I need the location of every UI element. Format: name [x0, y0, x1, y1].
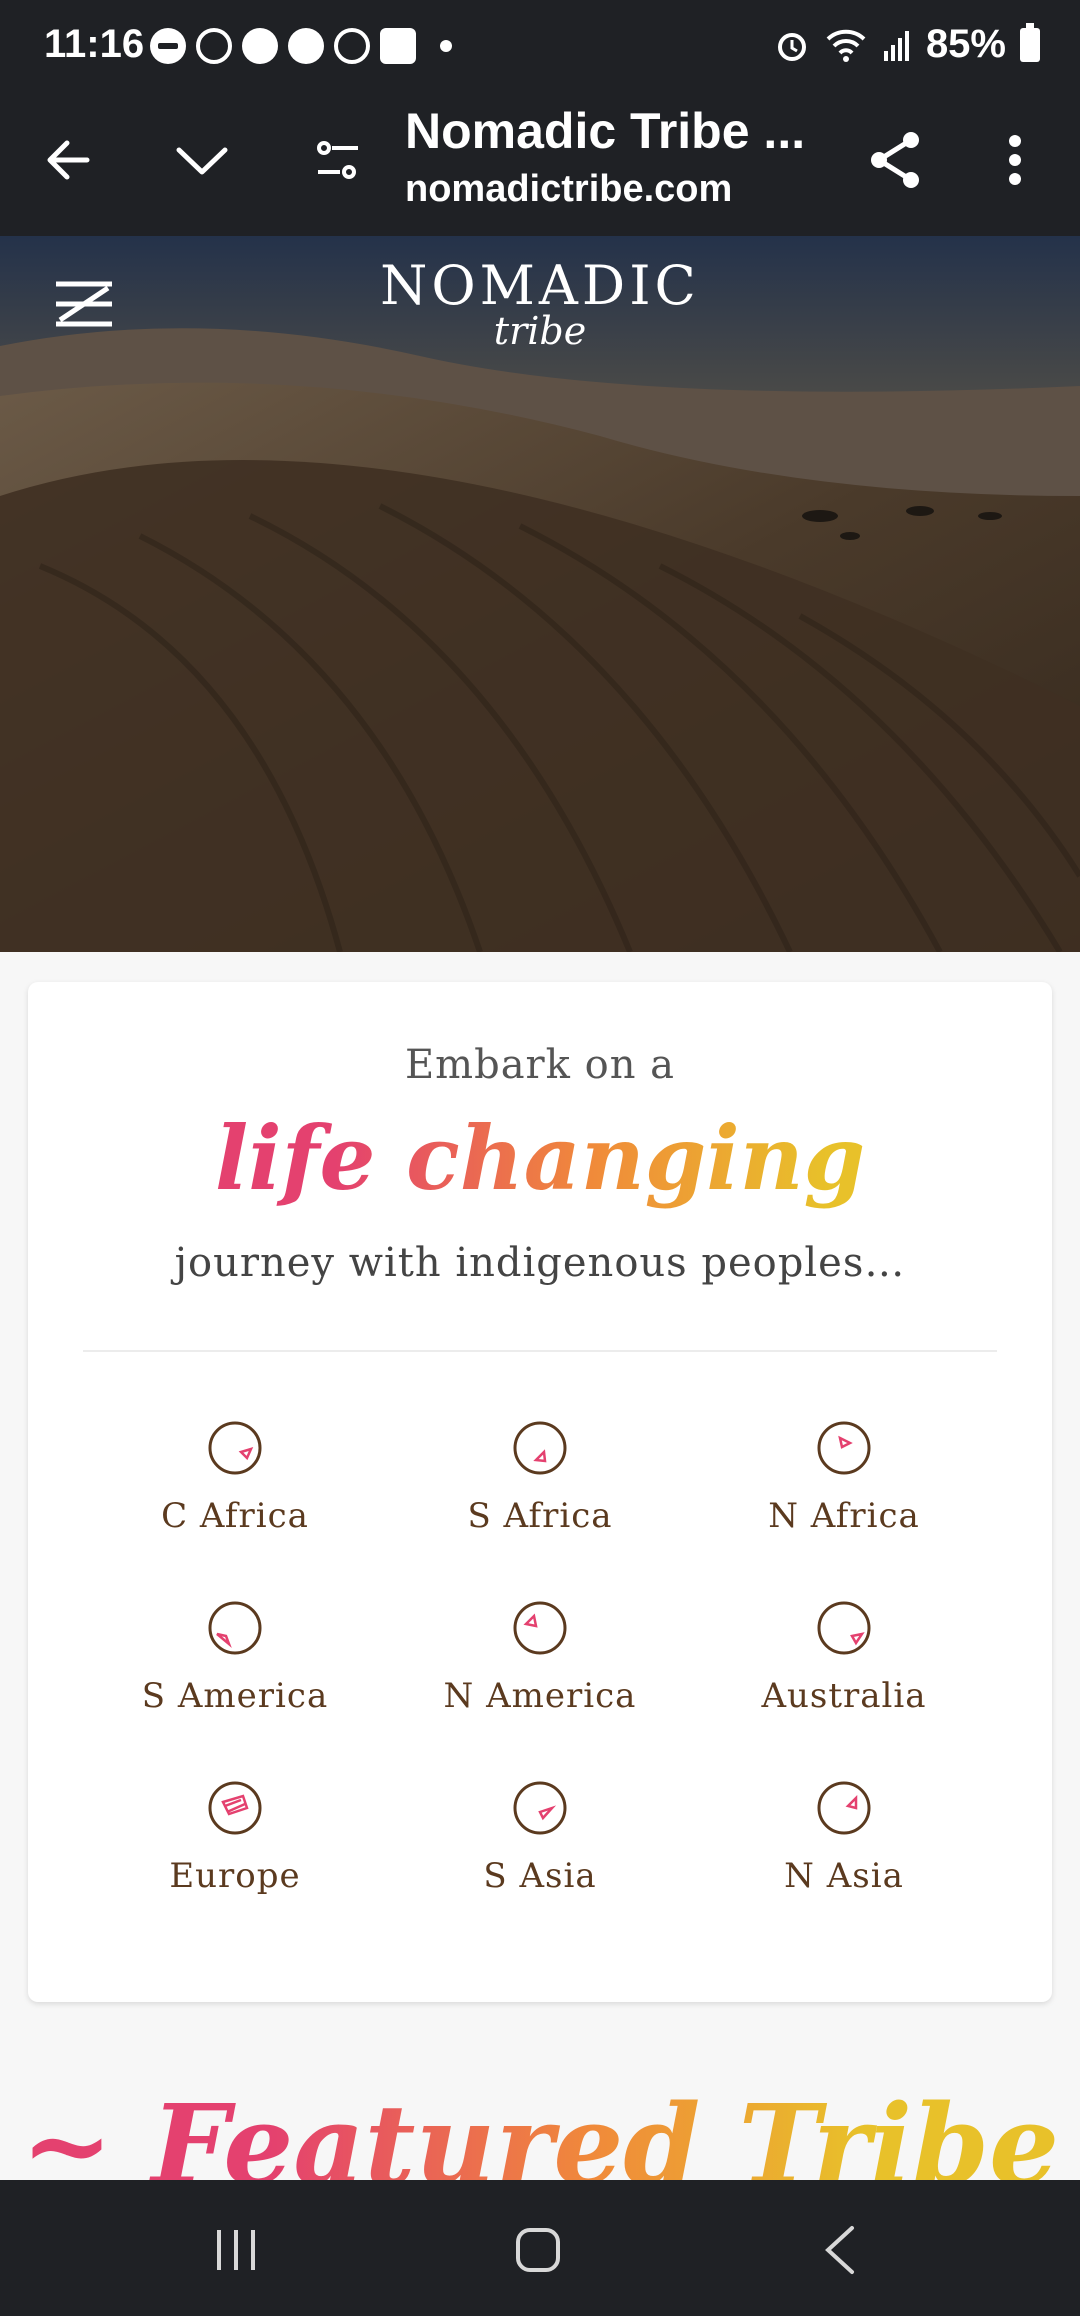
region-n-america[interactable]: N America	[390, 1600, 690, 1716]
share-icon	[871, 132, 919, 188]
home-icon	[516, 2228, 560, 2272]
region-europe[interactable]: Europe	[85, 1780, 385, 1896]
region-s-america[interactable]: S America	[85, 1600, 385, 1716]
intro-card: Embark on a life changing journey with i…	[28, 982, 1052, 2002]
more-options-button[interactable]	[975, 120, 1055, 200]
whatsapp-icon	[196, 28, 232, 64]
more-vert-icon	[1009, 135, 1021, 185]
messenger-icon	[288, 28, 324, 64]
africa-map-icon	[208, 1421, 262, 1475]
region-australia[interactable]: Australia	[694, 1600, 994, 1716]
system-icons: 85%	[774, 22, 1040, 67]
intro-line-1: Embark on a	[404, 1042, 676, 1088]
chat-icon	[242, 28, 278, 64]
recent-apps-icon	[217, 2230, 255, 2270]
status-time: 11:16	[44, 22, 145, 66]
do-not-disturb-icon	[150, 28, 186, 64]
chevron-down-icon	[176, 147, 228, 175]
page-title: Nomadic Tribe ...	[405, 103, 806, 159]
battery-icon	[1020, 22, 1040, 62]
chevron-left-icon	[825, 2226, 854, 2274]
minimize-button[interactable]	[162, 120, 242, 200]
intro-highlight: life changing	[28, 1106, 1052, 1210]
region-label: S Asia	[483, 1856, 597, 1896]
region-label: Europe	[169, 1856, 301, 1896]
asia-map-icon	[817, 1781, 871, 1835]
asia-map-icon	[513, 1781, 567, 1835]
region-n-africa[interactable]: N Africa	[694, 1420, 994, 1536]
americas-map-icon	[513, 1601, 567, 1655]
recent-apps-button[interactable]	[186, 2210, 286, 2290]
back-arrow-icon	[47, 140, 90, 180]
signal-icon	[334, 28, 370, 64]
site-settings-button[interactable]	[298, 120, 378, 200]
africa-map-icon	[513, 1421, 567, 1475]
wifi-icon	[826, 29, 866, 62]
site-logo[interactable]: NOMADIC tribe	[0, 254, 1080, 353]
region-label: N Africa	[768, 1496, 920, 1536]
region-label: Australia	[761, 1676, 927, 1716]
region-label: N Asia	[784, 1856, 904, 1896]
australia-map-icon	[817, 1601, 871, 1655]
system-nav-bar	[0, 2180, 1080, 2316]
share-button[interactable]	[855, 120, 935, 200]
europe-map-icon	[208, 1781, 262, 1835]
back-button[interactable]	[28, 120, 108, 200]
divider	[83, 1350, 997, 1352]
region-s-africa[interactable]: S Africa	[390, 1420, 690, 1536]
americas-map-icon	[208, 1601, 262, 1655]
region-c-africa[interactable]: C Africa	[85, 1420, 385, 1536]
battery-percentage: 85%	[925, 22, 1006, 66]
hero-banner: NOMADIC tribe	[0, 236, 1080, 952]
cell-signal-icon	[883, 30, 909, 61]
intro-line-3: journey with indigenous peoples…	[174, 1240, 906, 1286]
back-nav-button[interactable]	[790, 2210, 890, 2290]
tune-icon	[317, 141, 358, 179]
status-bar: 11:16 85%	[0, 0, 1080, 92]
notification-icons	[150, 28, 452, 64]
africa-map-icon	[817, 1421, 871, 1475]
featured-tribe-heading: ~ Featured Tribe ~	[0, 2080, 1080, 2180]
alarm-icon	[777, 32, 806, 61]
page-url[interactable]: nomadictribe.com	[405, 168, 732, 211]
region-n-asia[interactable]: N Asia	[694, 1780, 994, 1896]
region-label: N America	[443, 1676, 637, 1716]
region-label: C Africa	[161, 1496, 309, 1536]
more-notifications-dot-icon	[440, 40, 452, 52]
logo-main-text: NOMADIC	[380, 254, 700, 317]
region-label: S Africa	[467, 1496, 613, 1536]
region-s-asia[interactable]: S Asia	[390, 1780, 690, 1896]
teams-icon	[380, 28, 416, 64]
browser-toolbar: Nomadic Tribe ... nomadictribe.com	[0, 92, 1080, 236]
region-label: S America	[141, 1676, 329, 1716]
home-button[interactable]	[488, 2210, 588, 2290]
logo-sub-text: tribe	[493, 309, 587, 353]
